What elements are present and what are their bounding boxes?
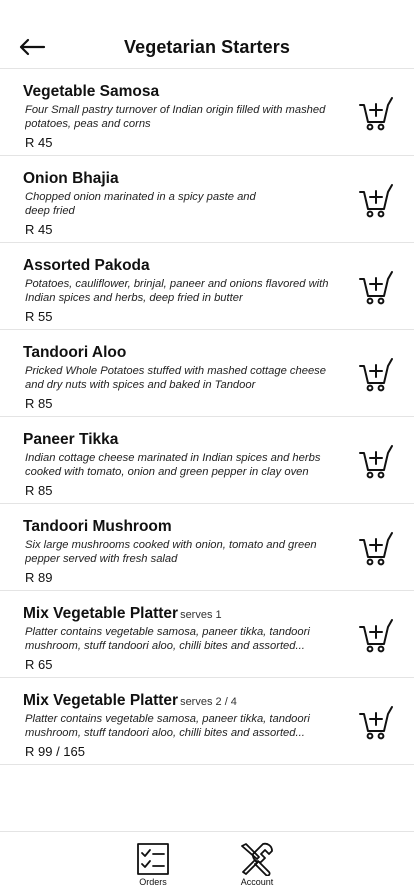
app-header: Vegetarian Starters [0, 0, 414, 69]
item-description: Platter contains vegetable samosa, panee… [25, 713, 310, 739]
add-to-cart-icon [359, 706, 393, 740]
add-to-cart-icon [359, 271, 393, 305]
add-to-cart-icon [359, 184, 393, 218]
item-price: R 85 [25, 483, 53, 498]
menu-item[interactable]: Paneer Tikka Indian cottage cheese marin… [0, 417, 414, 504]
bottom-nav: Orders Account [0, 831, 414, 896]
menu-item[interactable]: Mix Vegetable Platter serves 2 / 4 Platte… [0, 678, 414, 765]
nav-account[interactable]: Account [234, 842, 280, 887]
add-to-cart-button[interactable] [358, 96, 394, 132]
add-to-cart-icon [359, 445, 393, 479]
item-name: Assorted Pakoda [23, 257, 150, 274]
add-to-cart-button[interactable] [358, 444, 394, 480]
item-description: Six large mushrooms cooked with onion, t… [25, 539, 317, 565]
nav-orders-label: Orders [139, 877, 167, 887]
item-price: R 85 [25, 396, 53, 411]
item-serves: serves 1 [180, 609, 222, 621]
item-name: Tandoori Mushroom [23, 518, 172, 535]
add-to-cart-button[interactable] [358, 357, 394, 393]
menu-item[interactable]: Assorted Pakoda Potatoes, cauliflower, b… [0, 243, 414, 330]
tools-icon [241, 842, 273, 876]
add-to-cart-icon [359, 358, 393, 392]
menu-item[interactable]: Mix Vegetable Platter serves 1 Platter co… [0, 591, 414, 678]
item-price: R 45 [25, 135, 53, 150]
item-name: Mix Vegetable Platter serves 1 [23, 605, 222, 622]
item-description: Indian cottage cheese marinated in India… [25, 452, 321, 478]
add-to-cart-icon [359, 619, 393, 653]
add-to-cart-button[interactable] [358, 618, 394, 654]
item-price: R 89 [25, 570, 53, 585]
menu-item[interactable]: Vegetable Samosa Four Small pastry turno… [0, 69, 414, 156]
add-to-cart-icon [359, 97, 393, 131]
menu-item[interactable]: Tandoori Mushroom Six large mushrooms co… [0, 504, 414, 591]
item-serves: serves 2 / 4 [180, 696, 237, 708]
add-to-cart-button[interactable] [358, 705, 394, 741]
menu-item[interactable]: Tandoori Aloo Pricked Whole Potatoes stu… [0, 330, 414, 417]
item-price: R 55 [25, 309, 53, 324]
checklist-icon [137, 843, 169, 875]
item-price: R 45 [25, 222, 53, 237]
nav-orders[interactable]: Orders [133, 842, 173, 887]
item-description: Pricked Whole Potatoes stuffed with mash… [25, 365, 326, 391]
item-price: R 65 [25, 657, 53, 672]
add-to-cart-icon [359, 532, 393, 566]
add-to-cart-button[interactable] [358, 183, 394, 219]
item-price: R 99 / 165 [25, 744, 85, 759]
nav-account-label: Account [240, 877, 274, 887]
item-name: Mix Vegetable Platter serves 2 / 4 [23, 692, 237, 709]
menu-list: Vegetable Samosa Four Small pastry turno… [0, 69, 414, 765]
item-name: Vegetable Samosa [23, 83, 160, 100]
item-name: Onion Bhajia [23, 170, 119, 187]
menu-item[interactable]: Onion Bhajia Chopped onion marinated in … [0, 156, 414, 243]
item-description: Four Small pastry turnover of Indian ori… [25, 104, 326, 130]
add-to-cart-button[interactable] [358, 531, 394, 567]
item-name: Paneer Tikka [23, 431, 119, 448]
item-description: Potatoes, cauliflower, brinjal, paneer a… [25, 278, 329, 304]
add-to-cart-button[interactable] [358, 270, 394, 306]
item-description: Chopped onion marinated in a spicy paste… [25, 191, 256, 217]
page-title: Vegetarian Starters [124, 37, 290, 57]
item-name: Tandoori Aloo [23, 344, 127, 361]
item-description: Platter contains vegetable samosa, panee… [25, 626, 310, 652]
